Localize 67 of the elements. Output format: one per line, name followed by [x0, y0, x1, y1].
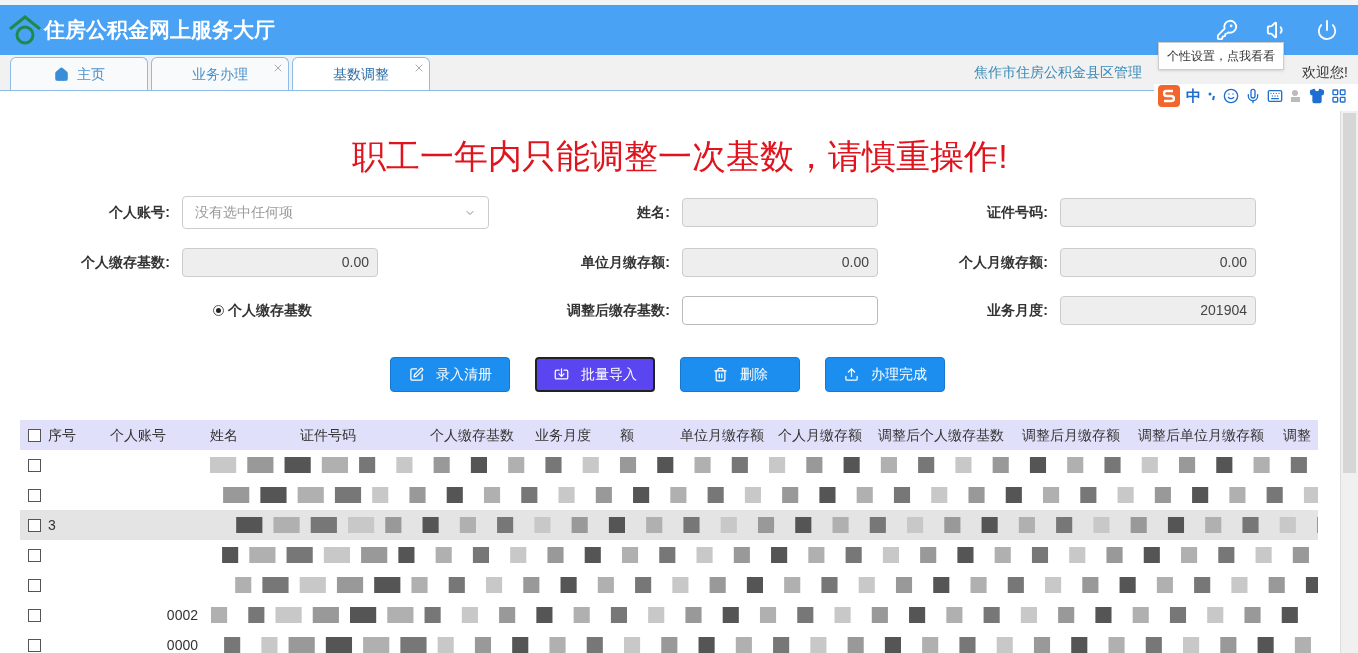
checkbox[interactable]	[28, 548, 41, 562]
column-header: 个人账号	[110, 425, 167, 445]
column-header: 额	[620, 425, 635, 445]
readonly-field: 0.00	[182, 248, 378, 277]
trash-icon	[712, 367, 728, 382]
tab[interactable]: 主页	[10, 57, 148, 90]
punctuation-icon[interactable]	[1207, 90, 1217, 102]
column-header: 姓名	[210, 425, 239, 445]
column-header: 调整后月缴存额	[1022, 425, 1121, 445]
column-header: 证件号码	[300, 425, 357, 445]
pen-icon	[408, 367, 424, 382]
warning-heading: 职工一年内只能调整一次基数，请慎重操作!	[351, 136, 1009, 177]
column-header: 个人缴存基数	[430, 425, 515, 445]
radio-option[interactable]: 个人缴存基数	[213, 300, 312, 321]
column-header: 调整	[1283, 425, 1312, 445]
column-header: 调整后个人缴存基数	[878, 425, 1005, 445]
field-label: 个人账号:	[108, 203, 170, 222]
import-icon	[553, 367, 569, 382]
column-header: 个人月缴存额	[778, 425, 863, 445]
home-icon	[53, 66, 69, 82]
action-button[interactable]: 删除	[680, 357, 800, 392]
mic-icon[interactable]	[1245, 88, 1261, 104]
field-label: 单位月缴存额:	[580, 253, 670, 272]
checkbox[interactable]	[28, 638, 41, 652]
input-field[interactable]	[682, 296, 878, 325]
scrollbar[interactable]	[1340, 111, 1358, 653]
table-cell: 3	[48, 517, 56, 533]
welcome-text: 欢迎您!	[1302, 63, 1348, 82]
app-title: 住房公积金网上服务大厅	[44, 17, 275, 44]
column-header: 序号	[48, 425, 77, 445]
column-header: 调整后单位月缴存额	[1138, 425, 1265, 445]
action-button[interactable]: 录入清册	[390, 357, 510, 392]
grid-icon[interactable]	[1331, 88, 1347, 104]
account-select[interactable]: 没有选中任何项	[182, 196, 489, 229]
checkbox[interactable]	[28, 428, 41, 442]
checkbox[interactable]	[28, 488, 41, 502]
table-cell-text: 0002	[166, 605, 198, 625]
field-label: 业务月度:	[986, 301, 1048, 320]
readonly-field: 201904	[1060, 296, 1256, 325]
field-label: 调整后缴存基数:	[565, 301, 670, 320]
tab[interactable]: 基数调整	[292, 57, 430, 90]
checkbox[interactable]	[28, 518, 41, 532]
key-icon[interactable]	[1216, 19, 1238, 41]
power-icon[interactable]	[1316, 19, 1338, 41]
readonly-field: 0.00	[682, 248, 878, 277]
field-label: 证件号码:	[986, 203, 1048, 222]
tab[interactable]: 业务办理	[151, 57, 289, 90]
keyboard-icon[interactable]	[1267, 88, 1283, 104]
checkbox[interactable]	[28, 458, 41, 472]
shirt-icon[interactable]	[1309, 88, 1325, 104]
tooltip: 个性设置，点我看看	[1158, 42, 1284, 70]
field-label: 个人月缴存额:	[958, 253, 1048, 272]
column-header: 业务月度	[535, 425, 592, 445]
column-header: 单位月缴存额	[680, 425, 765, 445]
ime-mode[interactable]: 中	[1186, 84, 1201, 108]
logo-icon	[8, 15, 42, 45]
org-name: 焦作市住房公积金县区管理	[974, 63, 1143, 82]
readonly-field: 0.00	[1060, 248, 1256, 277]
checkbox[interactable]	[28, 578, 41, 592]
checkbox[interactable]	[28, 608, 41, 622]
upload-icon	[843, 367, 859, 382]
smile-icon[interactable]	[1223, 88, 1239, 104]
field-label: 姓名:	[636, 203, 670, 222]
field-label: 个人缴存基数:	[80, 253, 170, 272]
action-button[interactable]: 办理完成	[825, 357, 945, 392]
action-button[interactable]: 批量导入	[535, 357, 655, 392]
table-cell-text: 0000	[166, 635, 198, 653]
